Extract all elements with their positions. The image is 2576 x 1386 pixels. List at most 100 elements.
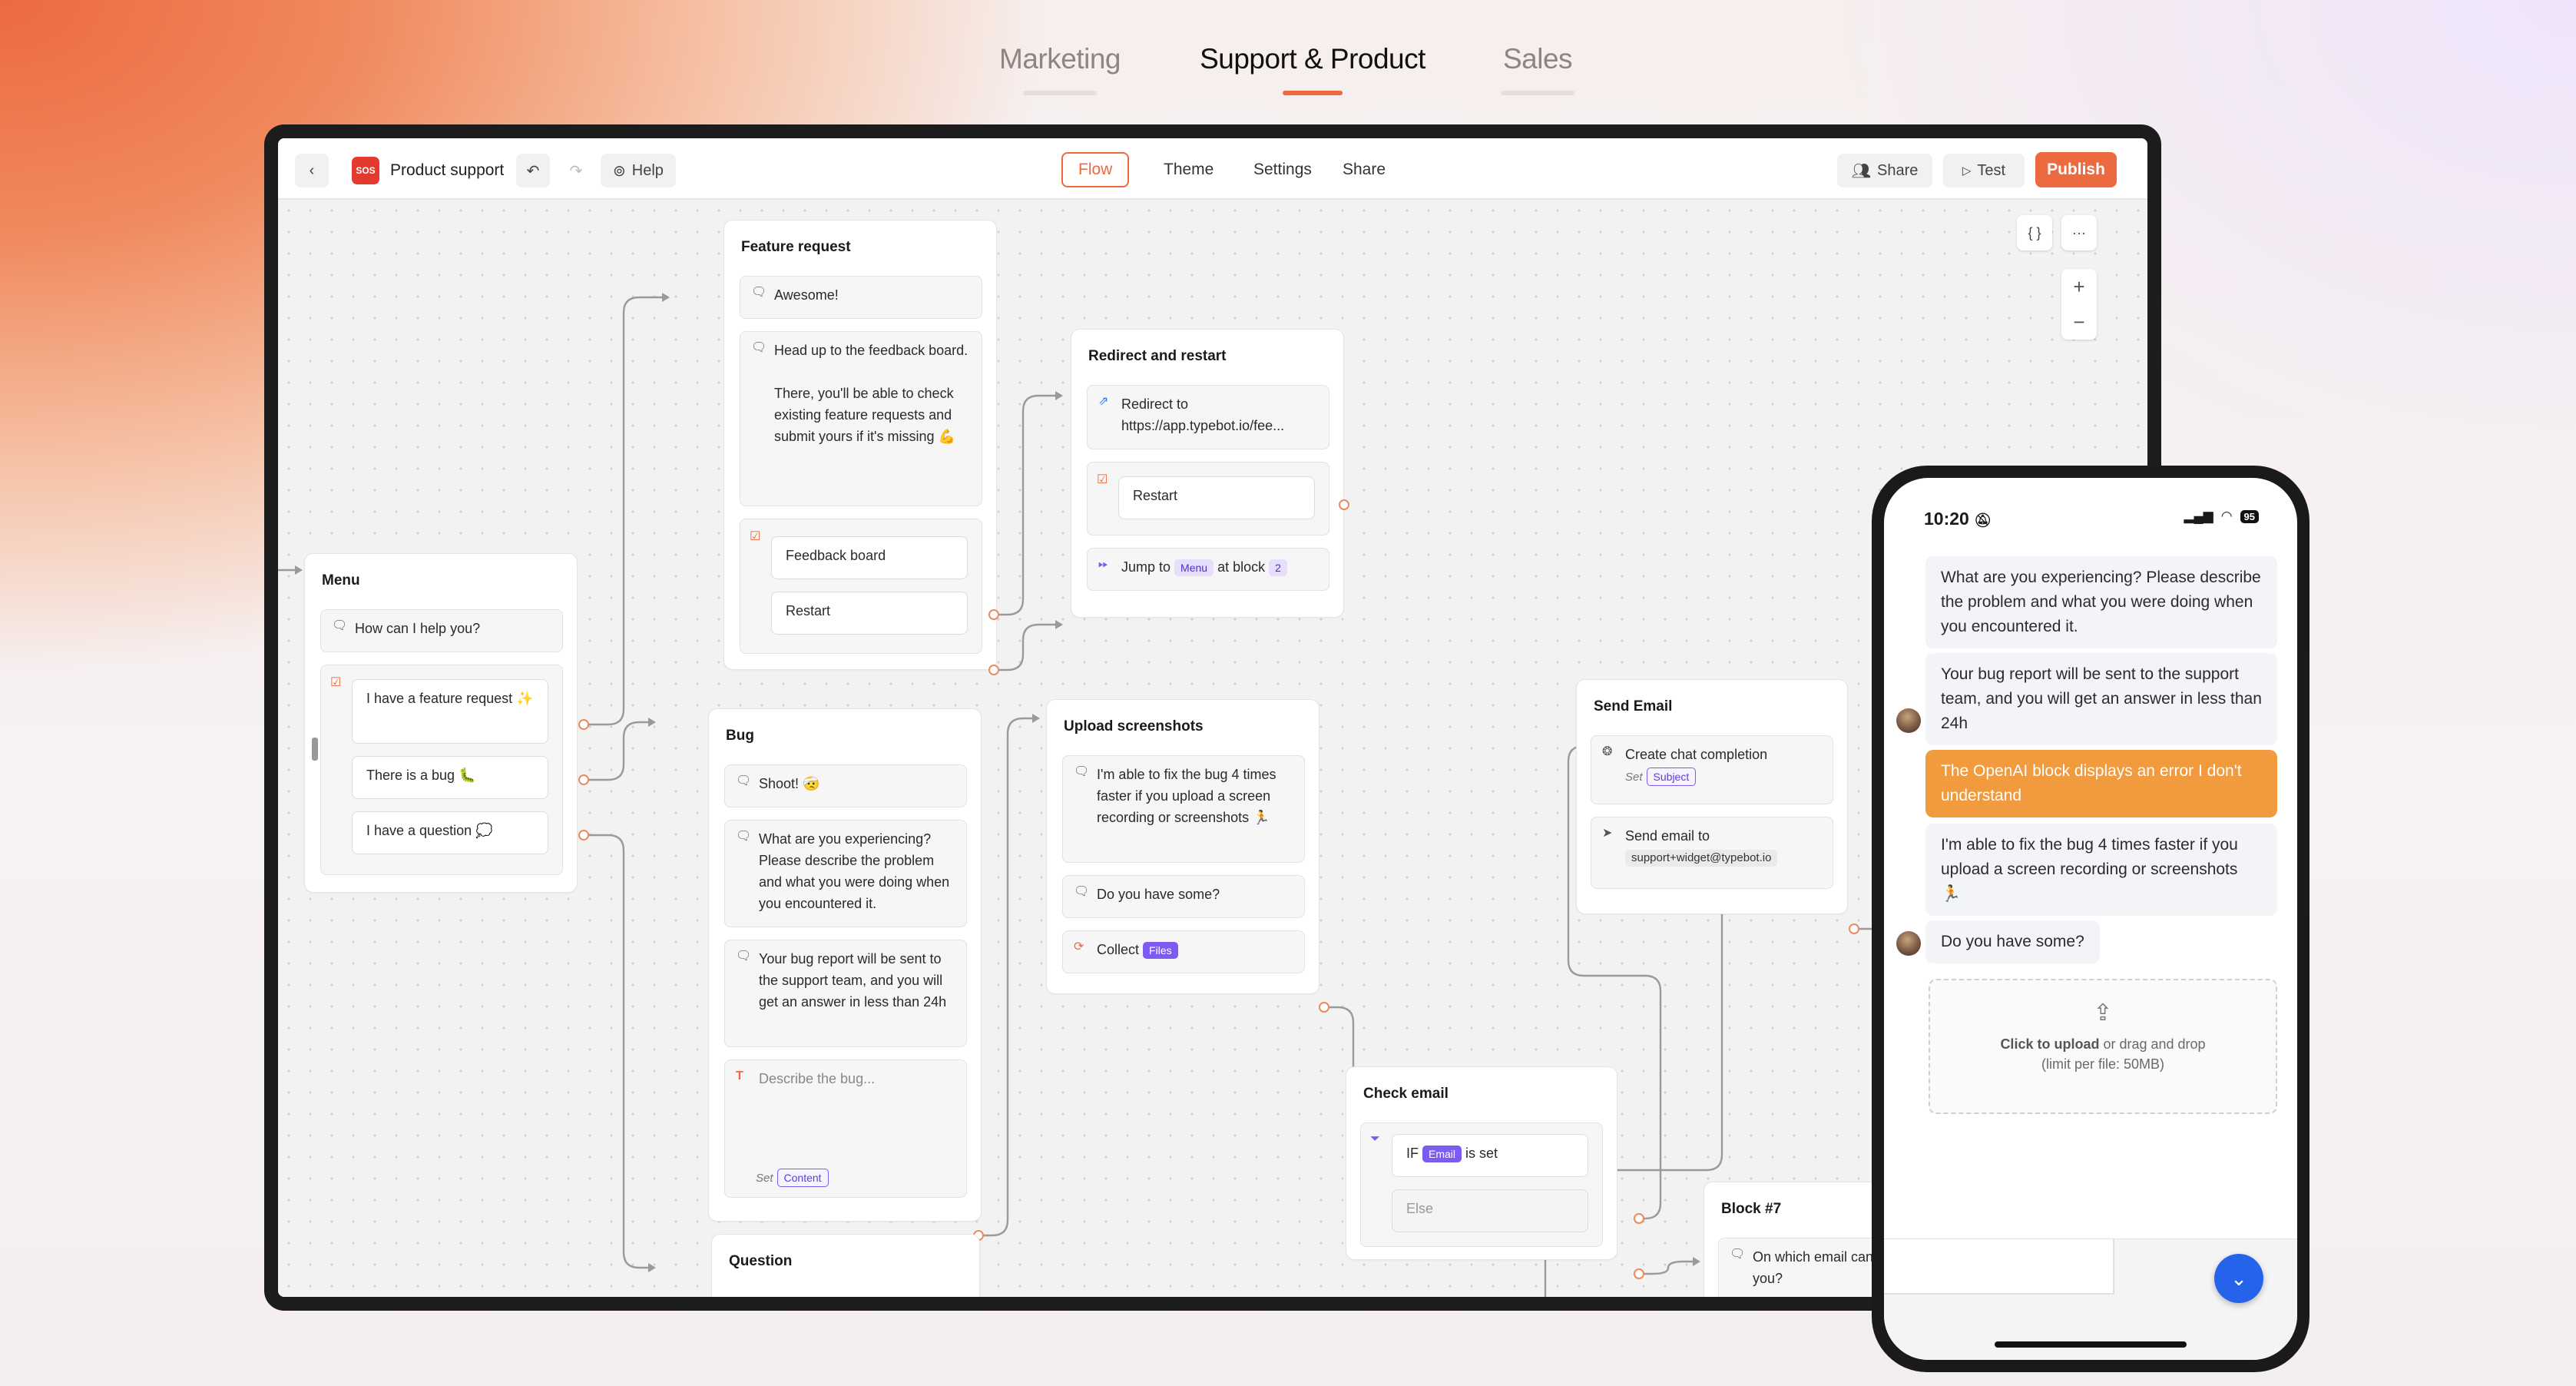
tab-settings[interactable]: Settings — [1238, 152, 1327, 187]
flow-canvas[interactable]: { } ··· + − Menu 🗨︎ How can I help you? ☑… — [278, 200, 2147, 1297]
bot-message: Do you have some? — [1925, 920, 2100, 963]
choice-bug[interactable]: There is a bug 🐛 — [352, 756, 548, 799]
describe-bug-input[interactable]: T Describe the bug... Set Content — [724, 1059, 967, 1198]
chat-toggle-button[interactable]: ⌄ — [2214, 1254, 2263, 1303]
bug-text2: What are you experiencing? Please descri… — [759, 831, 950, 911]
bot-message: What are you experiencing? Please descri… — [1925, 556, 2277, 648]
help-button[interactable]: ⊚ Help — [601, 154, 676, 187]
if-condition[interactable]: IF Email is set — [1392, 1134, 1588, 1177]
battery-icon: 95 — [2240, 509, 2259, 523]
zoom-controls: + − — [2061, 269, 2097, 340]
tab-sales[interactable]: Sales — [1501, 43, 1574, 95]
else-condition[interactable]: Else — [1392, 1189, 1588, 1232]
time-text: 10:20 — [1924, 509, 1969, 529]
port[interactable] — [1634, 1213, 1644, 1224]
editor-screen: ‹ SOS Product support ↶ ↷ ⊚ Help Flow The… — [278, 138, 2147, 1297]
choice-feature-request[interactable]: I have a feature request ✨ — [352, 679, 548, 744]
tab-support-product[interactable]: Support & Product — [1200, 43, 1425, 95]
zoom-out-button[interactable]: − — [2061, 304, 2097, 340]
question-block[interactable]: Question — [711, 1234, 980, 1297]
fix-faster-bubble[interactable]: 🗨︎ I'm able to fix the bug 4 times faster… — [1062, 755, 1305, 863]
restart-group: ☑ Restart — [1087, 462, 1329, 536]
redirect-url: https://app.typebot.io/fee... — [1121, 418, 1285, 433]
collect-files-step[interactable]: ⟳ Collect Files — [1062, 930, 1305, 973]
undo-icon: ↶ — [526, 162, 540, 180]
report-info-bubble[interactable]: 🗨︎ Your bug report will be sent to the su… — [724, 940, 967, 1047]
email-variable-tag: Email — [1422, 1146, 1462, 1163]
zoom-in-button[interactable]: + — [2061, 269, 2097, 304]
have-some-bubble[interactable]: 🗨︎ Do you have some? — [1062, 875, 1305, 918]
restart-choice[interactable]: Restart — [1118, 476, 1315, 519]
check-email-block[interactable]: Check email ⏷ IF Email is set Else — [1346, 1066, 1617, 1260]
shoot-bubble[interactable]: 🗨︎ Shoot! 🤕 — [724, 764, 967, 807]
describe-problem-bubble[interactable]: 🗨︎ What are you experiencing? Please desc… — [724, 820, 967, 927]
port[interactable] — [1634, 1268, 1644, 1279]
port[interactable] — [578, 774, 589, 785]
redo-button[interactable]: ↷ — [559, 154, 593, 187]
redirect-block[interactable]: Redirect and restart ⇗ Redirect to https:/… — [1071, 329, 1344, 618]
click-to-upload[interactable]: Click to upload — [2000, 1036, 2099, 1052]
send-email-step[interactable]: ➤ Send email to support+widget@typebot.io — [1591, 817, 1833, 889]
editor-toolbar: ‹ SOS Product support ↶ ↷ ⊚ Help Flow The… — [278, 138, 2147, 200]
upload-text2: Do you have some? — [1097, 887, 1220, 902]
bot-message: I'm able to fix the bug 4 times faster i… — [1925, 824, 2277, 916]
bug-text3: Your bug report will be sent to the supp… — [759, 951, 947, 1010]
tab-share[interactable]: Share — [1327, 152, 1401, 187]
port[interactable] — [578, 830, 589, 841]
subject-variable-tag: Subject — [1646, 768, 1697, 787]
choice-feedback-board[interactable]: Feedback board — [771, 536, 968, 579]
chat-bubble-icon: 🗨︎ — [1074, 765, 1090, 778]
send-email-label: Send email to — [1625, 828, 1710, 844]
bot-avatar — [1896, 931, 1921, 956]
test-label: Test — [1977, 161, 2006, 179]
feedback-info-bubble[interactable]: 🗨︎ Head up to the feedback board. There, y… — [740, 331, 982, 506]
upload-limit-text: (limit per file: 50MB) — [2041, 1056, 2165, 1072]
chat-completion-step[interactable]: ❂ Create chat completion Set Subject — [1591, 735, 1833, 804]
jump-step[interactable]: ⏩︎ Jump to Menu at block 2 — [1087, 548, 1329, 591]
email-address-tag: support+widget@typebot.io — [1625, 850, 1778, 867]
port[interactable] — [1849, 923, 1859, 934]
port[interactable] — [988, 665, 999, 675]
port[interactable] — [578, 719, 589, 730]
drag-handle[interactable] — [312, 738, 318, 761]
openai-icon: ❂ — [1602, 745, 1613, 758]
back-button[interactable]: ‹ — [295, 154, 329, 187]
checkbox-icon: ☑ — [330, 676, 342, 689]
publish-button[interactable]: Publish — [2035, 152, 2117, 187]
bot-title[interactable]: Product support — [390, 161, 504, 180]
tab-marketing[interactable]: Marketing — [999, 43, 1121, 95]
jump-prefix: Jump to — [1121, 559, 1171, 575]
redirect-step[interactable]: ⇗ Redirect to https://app.typebot.io/fee..… — [1087, 385, 1329, 449]
test-button[interactable]: ▷ Test — [1943, 154, 2025, 187]
bug-input-placeholder: Describe the bug... — [759, 1071, 876, 1086]
menu-block[interactable]: Menu 🗨︎ How can I help you? ☑ I have a fe… — [304, 553, 578, 893]
wifi-icon: ◠ — [2220, 509, 2233, 523]
file-upload-dropzone[interactable]: ⇪ Click to upload or drag and drop (limi… — [1929, 979, 2277, 1114]
feature-block-title: Feature request — [741, 239, 851, 255]
bot-avatar — [1896, 708, 1921, 733]
checkbox-icon: ☑ — [1097, 473, 1108, 486]
upload-screenshots-block[interactable]: Upload screenshots 🗨︎ I'm able to fix the… — [1046, 699, 1319, 994]
upload-text1: I'm able to fix the bug 4 times faster i… — [1097, 767, 1276, 825]
choice-restart[interactable]: Restart — [771, 592, 968, 635]
bell-muted-icon: 🔕︎ — [1974, 512, 1992, 528]
port[interactable] — [1319, 1002, 1329, 1013]
feature-request-block[interactable]: Feature request 🗨︎ Awesome! 🗨︎ Head up to … — [723, 220, 997, 670]
bug-block[interactable]: Bug 🗨︎ Shoot! 🤕 🗨︎ What are you experienci… — [708, 708, 982, 1222]
set-label: Set — [1625, 771, 1643, 784]
json-button[interactable]: { } — [2017, 215, 2052, 250]
feature-choices-group: ☑ Feedback board Restart — [740, 519, 982, 654]
more-button[interactable]: ··· — [2061, 215, 2097, 250]
choice-question[interactable]: I have a question 💭 — [352, 811, 548, 854]
port[interactable] — [988, 609, 999, 620]
share-button[interactable]: 👥︎ Share — [1837, 154, 1932, 187]
awesome-bubble[interactable]: 🗨︎ Awesome! — [740, 276, 982, 319]
undo-button[interactable]: ↶ — [516, 154, 550, 187]
menu-text-bubble[interactable]: 🗨︎ How can I help you? — [320, 609, 563, 652]
send-email-block[interactable]: Send Email ❂ Create chat completion Set Su… — [1576, 679, 1848, 914]
tab-flow[interactable]: Flow — [1061, 152, 1130, 187]
jump-variable-tag: Menu — [1174, 559, 1214, 577]
is-set-label: is set — [1465, 1146, 1498, 1161]
tab-theme[interactable]: Theme — [1148, 152, 1229, 187]
port[interactable] — [1339, 499, 1349, 510]
